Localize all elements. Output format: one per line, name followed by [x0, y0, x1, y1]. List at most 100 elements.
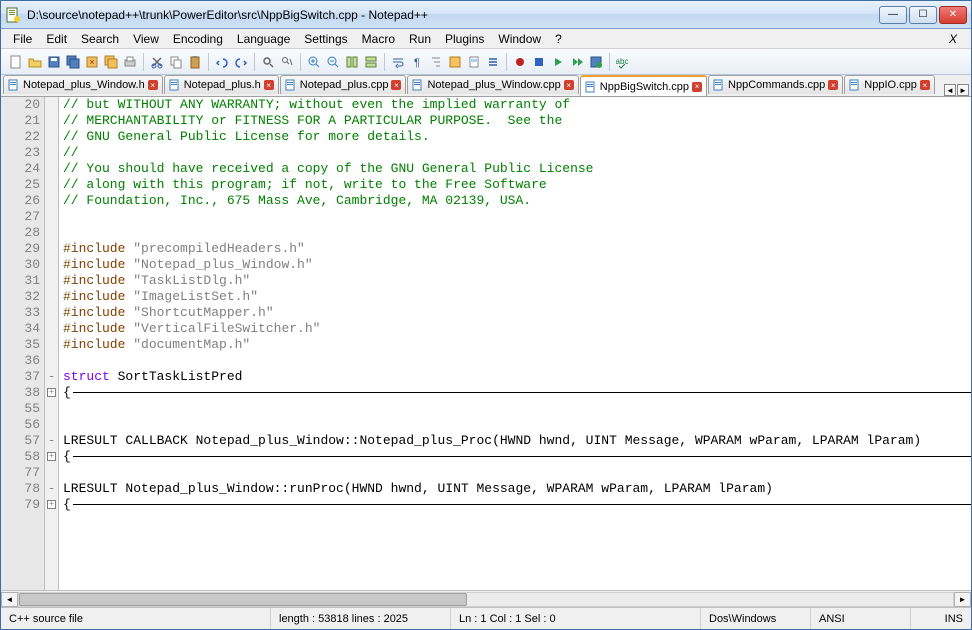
tab-scroll-right[interactable]: ► — [957, 84, 969, 96]
tab-close-icon[interactable]: × — [391, 80, 401, 90]
indent-guide-button[interactable] — [427, 53, 445, 71]
save-all-button[interactable] — [64, 53, 82, 71]
status-encoding: ANSI — [811, 608, 911, 629]
status-length-lines: length : 53818 lines : 2025 — [271, 608, 451, 629]
open-file-button[interactable] — [26, 53, 44, 71]
file-icon — [849, 79, 861, 91]
find-button[interactable] — [259, 53, 277, 71]
tab-label: NppCommands.cpp — [728, 79, 825, 91]
file-icon — [169, 79, 181, 91]
code-area[interactable]: // but WITHOUT ANY WARRANTY; without eve… — [59, 97, 971, 590]
zoom-in-button[interactable] — [305, 53, 323, 71]
menu-file[interactable]: File — [7, 30, 38, 48]
close-all-button[interactable] — [102, 53, 120, 71]
tab-scroll-left[interactable]: ◄ — [944, 84, 956, 96]
app-icon — [5, 7, 21, 23]
title-bar: D:\source\notepad++\trunk\PowerEditor\sr… — [1, 1, 971, 29]
horizontal-scrollbar[interactable]: ◄ ► — [1, 590, 971, 607]
tab-4[interactable]: NppBigSwitch.cpp× — [580, 75, 707, 96]
maximize-button[interactable]: ☐ — [909, 6, 937, 24]
tab-1[interactable]: Notepad_plus.h× — [164, 75, 279, 94]
menu-view[interactable]: View — [127, 30, 165, 48]
new-file-button[interactable] — [7, 53, 25, 71]
menu-settings[interactable]: Settings — [298, 30, 353, 48]
tab-close-icon[interactable]: × — [828, 80, 838, 90]
tab-5[interactable]: NppCommands.cpp× — [708, 75, 843, 94]
status-eol: Dos\Windows — [701, 608, 811, 629]
status-mode: INS — [911, 608, 971, 629]
sync-h-button[interactable] — [362, 53, 380, 71]
scroll-left-arrow[interactable]: ◄ — [1, 592, 18, 607]
tab-label: Notepad_plus.h — [184, 79, 261, 91]
fold-column[interactable]: -+-+-+ — [45, 97, 59, 590]
menu-edit[interactable]: Edit — [40, 30, 73, 48]
undo-button[interactable] — [213, 53, 231, 71]
tab-close-icon[interactable]: × — [564, 80, 574, 90]
close-button[interactable]: ✕ — [939, 6, 967, 24]
status-filetype: C++ source file — [1, 608, 271, 629]
wordwrap-button[interactable] — [389, 53, 407, 71]
zoom-out-button[interactable] — [324, 53, 342, 71]
tab-bar: Notepad_plus_Window.h×Notepad_plus.h×Not… — [1, 75, 971, 97]
file-icon — [8, 79, 20, 91]
redo-button[interactable] — [232, 53, 250, 71]
fold-toggle-icon[interactable]: + — [47, 452, 56, 461]
menu-macro[interactable]: Macro — [356, 30, 401, 48]
record-macro-button[interactable] — [511, 53, 529, 71]
status-position: Ln : 1 Col : 1 Sel : 0 — [451, 608, 701, 629]
menu-search[interactable]: Search — [75, 30, 125, 48]
scroll-right-arrow[interactable]: ► — [954, 592, 971, 607]
stop-macro-button[interactable] — [530, 53, 548, 71]
menu-run[interactable]: Run — [403, 30, 437, 48]
menu-plugins[interactable]: Plugins — [439, 30, 490, 48]
show-chars-button[interactable]: ¶ — [408, 53, 426, 71]
tab-2[interactable]: Notepad_plus.cpp× — [280, 75, 407, 94]
doc-map-button[interactable] — [465, 53, 483, 71]
close-file-button[interactable]: × — [83, 53, 101, 71]
svg-text:abc: abc — [616, 57, 628, 66]
file-icon — [585, 81, 597, 93]
tab-6[interactable]: NppIO.cpp× — [844, 75, 935, 94]
menu-language[interactable]: Language — [231, 30, 296, 48]
svg-text:×: × — [89, 57, 94, 67]
tab-label: Notepad_plus_Window.h — [23, 79, 145, 91]
sync-v-button[interactable] — [343, 53, 361, 71]
fold-toggle-icon[interactable]: + — [47, 500, 56, 509]
tab-close-icon[interactable]: × — [692, 82, 702, 92]
cut-button[interactable] — [148, 53, 166, 71]
toolbar: × ¶ abc — [1, 49, 971, 75]
file-icon — [285, 79, 297, 91]
scroll-track[interactable] — [18, 592, 954, 607]
tab-0[interactable]: Notepad_plus_Window.h× — [3, 75, 163, 94]
print-button[interactable] — [121, 53, 139, 71]
menu-x[interactable]: X — [941, 32, 965, 46]
menu-window[interactable]: Window — [492, 30, 547, 48]
tab-nav: ◄ ► — [944, 84, 969, 96]
scroll-thumb[interactable] — [19, 593, 467, 606]
play-multi-button[interactable] — [568, 53, 586, 71]
tab-close-icon[interactable]: × — [148, 80, 158, 90]
svg-text:¶: ¶ — [414, 57, 420, 69]
menu-encoding[interactable]: Encoding — [167, 30, 229, 48]
tab-close-icon[interactable]: × — [264, 80, 274, 90]
line-number-gutter: 2021222324252627282930313233343536373855… — [1, 97, 45, 590]
spellcheck-button[interactable]: abc — [614, 53, 632, 71]
copy-button[interactable] — [167, 53, 185, 71]
paste-button[interactable] — [186, 53, 204, 71]
save-button[interactable] — [45, 53, 63, 71]
tab-label: NppIO.cpp — [864, 79, 917, 91]
menu-help[interactable]: ? — [549, 30, 568, 48]
tab-3[interactable]: Notepad_plus_Window.cpp × — [407, 75, 578, 94]
function-list-button[interactable] — [484, 53, 502, 71]
tab-label: Notepad_plus_Window.cpp — [427, 79, 560, 91]
tab-label: NppBigSwitch.cpp — [600, 81, 689, 93]
replace-button[interactable] — [278, 53, 296, 71]
window-title: D:\source\notepad++\trunk\PowerEditor\sr… — [27, 8, 879, 22]
play-macro-button[interactable] — [549, 53, 567, 71]
tab-close-icon[interactable]: × — [920, 80, 930, 90]
save-macro-button[interactable] — [587, 53, 605, 71]
user-lang-button[interactable] — [446, 53, 464, 71]
editor[interactable]: 2021222324252627282930313233343536373855… — [1, 97, 971, 590]
fold-toggle-icon[interactable]: + — [47, 388, 56, 397]
minimize-button[interactable]: — — [879, 6, 907, 24]
